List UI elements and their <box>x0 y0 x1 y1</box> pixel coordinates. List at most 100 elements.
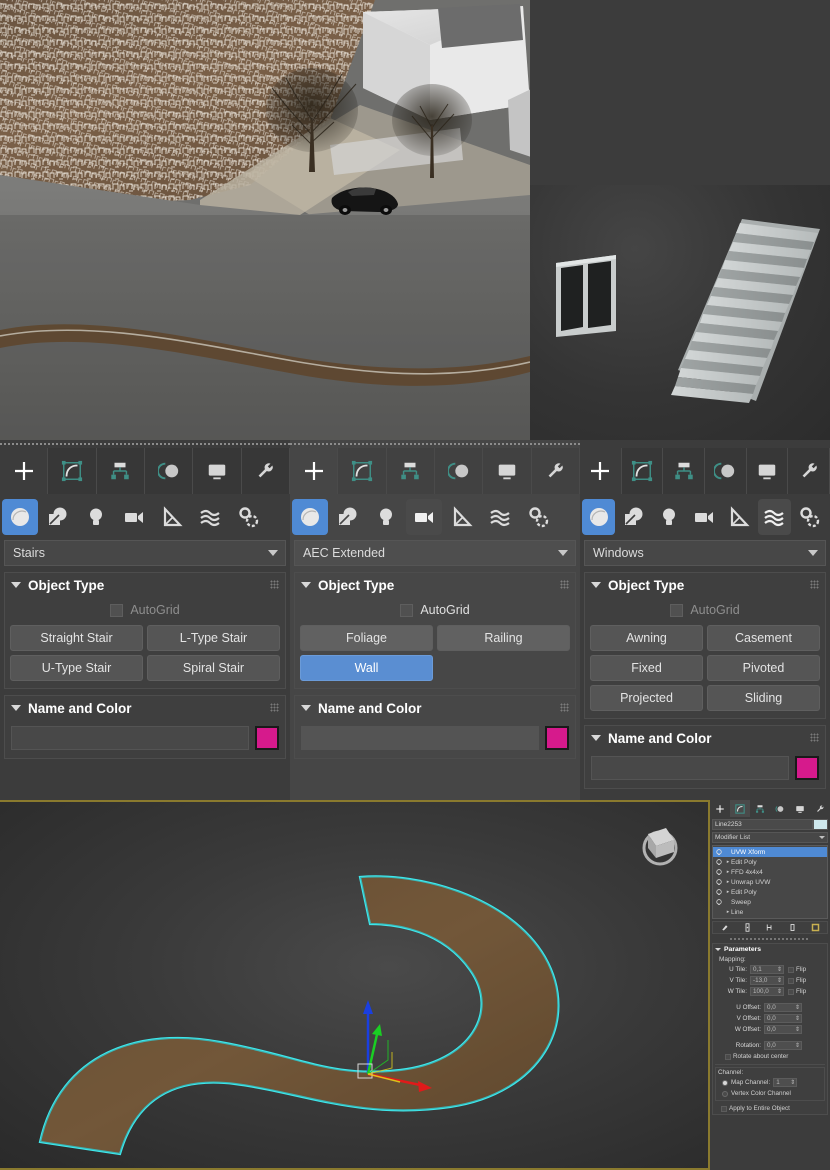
shapes-icon[interactable] <box>330 499 366 535</box>
modifier-stack-item[interactable]: ▸ FFD 4x4x4 <box>713 867 827 877</box>
configure-modifier-sets-icon[interactable] <box>811 923 820 932</box>
display-tab[interactable] <box>483 448 532 494</box>
space-warps-icon[interactable] <box>192 499 228 535</box>
rollout-header[interactable]: Object Type <box>5 573 285 597</box>
modify-tab[interactable] <box>48 448 97 494</box>
u-flip-checkbox[interactable] <box>788 966 794 973</box>
viewport-object-preview[interactable] <box>530 185 830 440</box>
object-type-button[interactable]: Awning <box>590 625 703 651</box>
u-tile-spinner[interactable]: 0,1 ⇕ <box>750 965 784 974</box>
object-name-input[interactable] <box>301 726 539 750</box>
panel-resize-grip[interactable] <box>730 936 810 942</box>
viewport-top-path[interactable] <box>0 800 710 1170</box>
autogrid-checkbox[interactable] <box>400 603 414 617</box>
object-name-input[interactable] <box>591 756 789 780</box>
lights-icon[interactable] <box>78 499 114 535</box>
modifier-stack-item[interactable]: ▸ Unwrap UVW <box>713 877 827 887</box>
light-bulb-toggle-icon[interactable] <box>715 868 723 876</box>
light-bulb-toggle-icon[interactable] <box>715 858 723 866</box>
modify-tab[interactable] <box>338 448 387 494</box>
apply-to-entire-object-row[interactable]: Apply to Entire Object <box>713 1103 827 1114</box>
space-warps-icon[interactable] <box>757 499 791 535</box>
map-channel-row[interactable]: Map Channel: 1 ⇕ <box>718 1077 822 1088</box>
rollout-header[interactable]: Parameters <box>713 944 827 955</box>
w-tile-spinner[interactable]: 100,0 ⇕ <box>750 987 784 996</box>
object-type-button[interactable]: Pivoted <box>707 655 820 681</box>
spinner-arrows-icon[interactable]: ⇕ <box>795 1026 800 1034</box>
helpers-icon[interactable] <box>444 499 480 535</box>
object-color-swatch[interactable] <box>255 726 279 750</box>
cameras-icon[interactable] <box>116 499 152 535</box>
object-type-button[interactable]: Straight Stair <box>10 625 143 651</box>
spinner-arrows-icon[interactable]: ⇕ <box>795 1042 800 1050</box>
create-tab[interactable] <box>0 448 49 494</box>
geometry-icon[interactable] <box>2 499 38 535</box>
rotate-about-center-checkbox[interactable] <box>725 1053 731 1060</box>
rollout-header[interactable]: Name and Color <box>5 696 285 720</box>
object-type-button[interactable]: Sliding <box>707 685 820 711</box>
rotate-about-center-row[interactable]: Rotate about center <box>713 1051 827 1062</box>
helpers-icon[interactable] <box>723 499 756 535</box>
object-name-input[interactable]: Line2253 <box>712 819 813 830</box>
spinner-arrows-icon[interactable]: ⇕ <box>777 966 782 974</box>
utilities-tab[interactable] <box>810 800 830 817</box>
display-tab[interactable] <box>193 448 242 494</box>
modifier-stack-item[interactable]: ▸ Edit Poly <box>713 887 827 897</box>
shapes-icon[interactable] <box>617 499 650 535</box>
modifier-stack-item[interactable]: UVW Xform <box>713 847 827 857</box>
pin-stack-icon[interactable] <box>720 923 729 932</box>
u-offset-spinner[interactable]: 0,0 ⇕ <box>764 1003 802 1012</box>
lights-icon[interactable] <box>368 499 404 535</box>
v-tile-spinner[interactable]: -13,0 ⇕ <box>750 976 784 985</box>
make-unique-icon[interactable] <box>765 923 774 932</box>
hierarchy-tab[interactable] <box>750 800 770 817</box>
display-tab[interactable] <box>790 800 810 817</box>
object-category-dropdown[interactable]: Windows <box>584 540 826 566</box>
create-tab[interactable] <box>710 800 730 817</box>
modifier-list-dropdown[interactable]: Modifier List <box>712 832 828 843</box>
object-type-button[interactable]: Casement <box>707 625 820 651</box>
apply-to-entire-object-checkbox[interactable] <box>721 1105 727 1112</box>
lights-icon[interactable] <box>652 499 685 535</box>
create-tab[interactable] <box>290 448 339 494</box>
object-type-button[interactable]: Railing <box>437 625 570 651</box>
light-bulb-toggle-icon[interactable] <box>715 878 723 886</box>
viewport-perspective-render[interactable] <box>0 0 530 440</box>
display-tab[interactable] <box>746 448 789 494</box>
v-flip-checkbox[interactable] <box>788 977 794 984</box>
motion-tab[interactable] <box>144 448 194 494</box>
cameras-icon[interactable] <box>687 499 720 535</box>
motion-tab[interactable] <box>770 800 790 817</box>
motion-tab[interactable] <box>434 448 484 494</box>
panel-drag-handle[interactable] <box>580 440 830 448</box>
w-offset-spinner[interactable]: 0,0 ⇕ <box>764 1025 802 1034</box>
motion-tab[interactable] <box>705 448 747 494</box>
rollout-header[interactable]: Name and Color <box>585 726 825 750</box>
utilities-tab[interactable] <box>531 448 580 494</box>
object-name-input[interactable] <box>11 726 249 750</box>
vertex-color-channel-row[interactable]: Vertex Color Channel <box>718 1088 822 1099</box>
map-channel-spinner[interactable]: 1 ⇕ <box>773 1078 798 1087</box>
helpers-icon[interactable] <box>154 499 190 535</box>
systems-icon[interactable] <box>520 499 556 535</box>
light-bulb-toggle-icon[interactable] <box>715 898 723 906</box>
rollout-header[interactable]: Name and Color <box>295 696 575 720</box>
hierarchy-tab[interactable] <box>386 448 435 494</box>
remove-modifier-icon[interactable] <box>788 923 797 932</box>
light-bulb-toggle-icon[interactable] <box>715 888 723 896</box>
modifier-stack-item-base[interactable]: ▸ Line <box>713 907 827 917</box>
geometry-icon[interactable] <box>582 499 616 535</box>
object-type-button[interactable]: Wall <box>300 655 433 681</box>
modify-tab[interactable] <box>730 800 750 817</box>
object-type-button[interactable]: U-Type Stair <box>10 655 143 681</box>
show-end-result-icon[interactable] <box>743 923 752 932</box>
w-flip-checkbox[interactable] <box>788 988 794 995</box>
spinner-arrows-icon[interactable]: ⇕ <box>777 988 782 996</box>
hierarchy-tab[interactable] <box>96 448 145 494</box>
hierarchy-tab[interactable] <box>663 448 706 494</box>
autogrid-checkbox[interactable] <box>110 603 124 617</box>
geometry-icon[interactable] <box>292 499 328 535</box>
modify-tab[interactable] <box>621 448 664 494</box>
create-tab[interactable] <box>580 448 622 494</box>
object-category-dropdown[interactable]: Stairs <box>4 540 286 566</box>
